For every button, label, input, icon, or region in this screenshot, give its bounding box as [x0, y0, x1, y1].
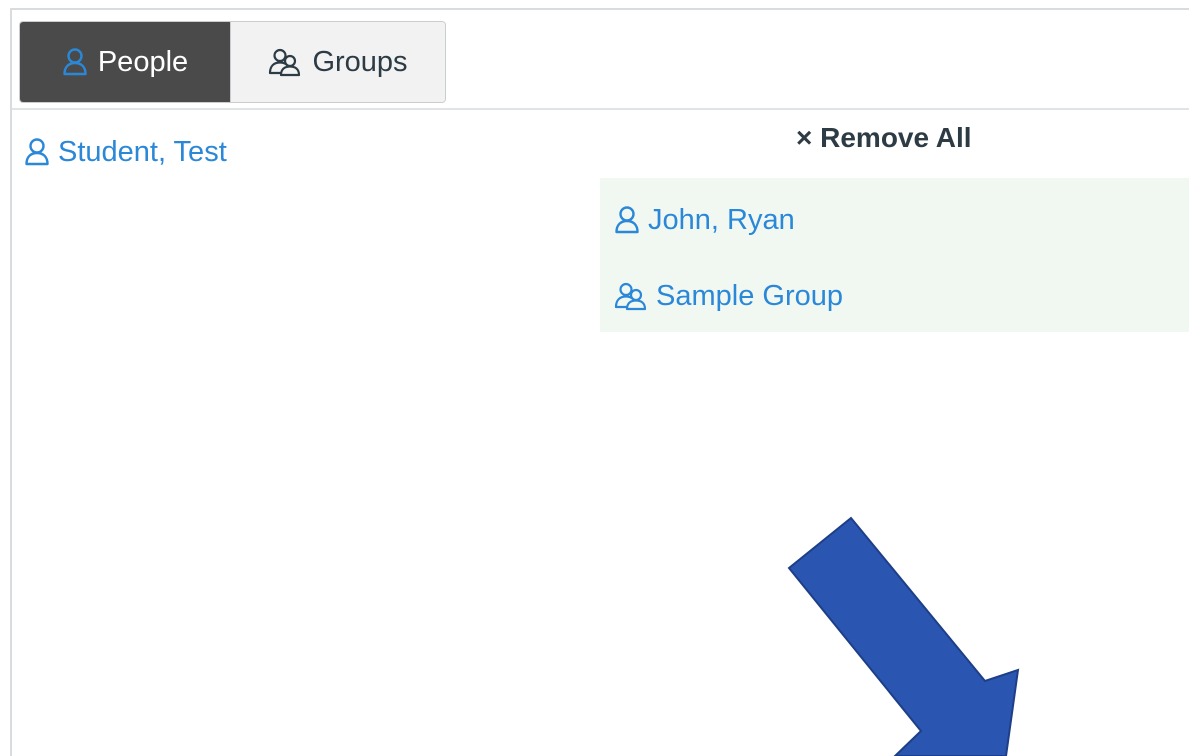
selected-item[interactable]: Sample Group [614, 276, 843, 316]
group-icon [268, 47, 302, 77]
selected-list: John, Ryan Sample Group [600, 178, 1189, 332]
person-icon [62, 47, 88, 77]
tab-groups[interactable]: Groups [230, 22, 445, 102]
recipient-selector: People Groups Student, Test × Remove All [0, 0, 1189, 756]
annotation-arrow [787, 516, 1020, 756]
tab-people-label: People [97, 45, 189, 78]
top-border [10, 8, 1189, 10]
tab-people[interactable]: People [20, 22, 230, 102]
remove-all-button[interactable]: × Remove All [796, 122, 972, 154]
tab-groups-label: Groups [312, 45, 408, 78]
tab-group: People Groups [19, 21, 446, 103]
group-icon [614, 281, 648, 311]
tab-divider [12, 108, 1189, 110]
left-border [10, 8, 12, 756]
selected-item-label: John, Ryan [648, 203, 795, 236]
selected-item[interactable]: John, Ryan [614, 200, 795, 240]
available-item-label: Student, Test [58, 135, 227, 168]
person-icon [614, 205, 640, 235]
selected-item-label: Sample Group [656, 279, 843, 312]
person-icon [24, 137, 50, 167]
available-item[interactable]: Student, Test [24, 132, 227, 172]
